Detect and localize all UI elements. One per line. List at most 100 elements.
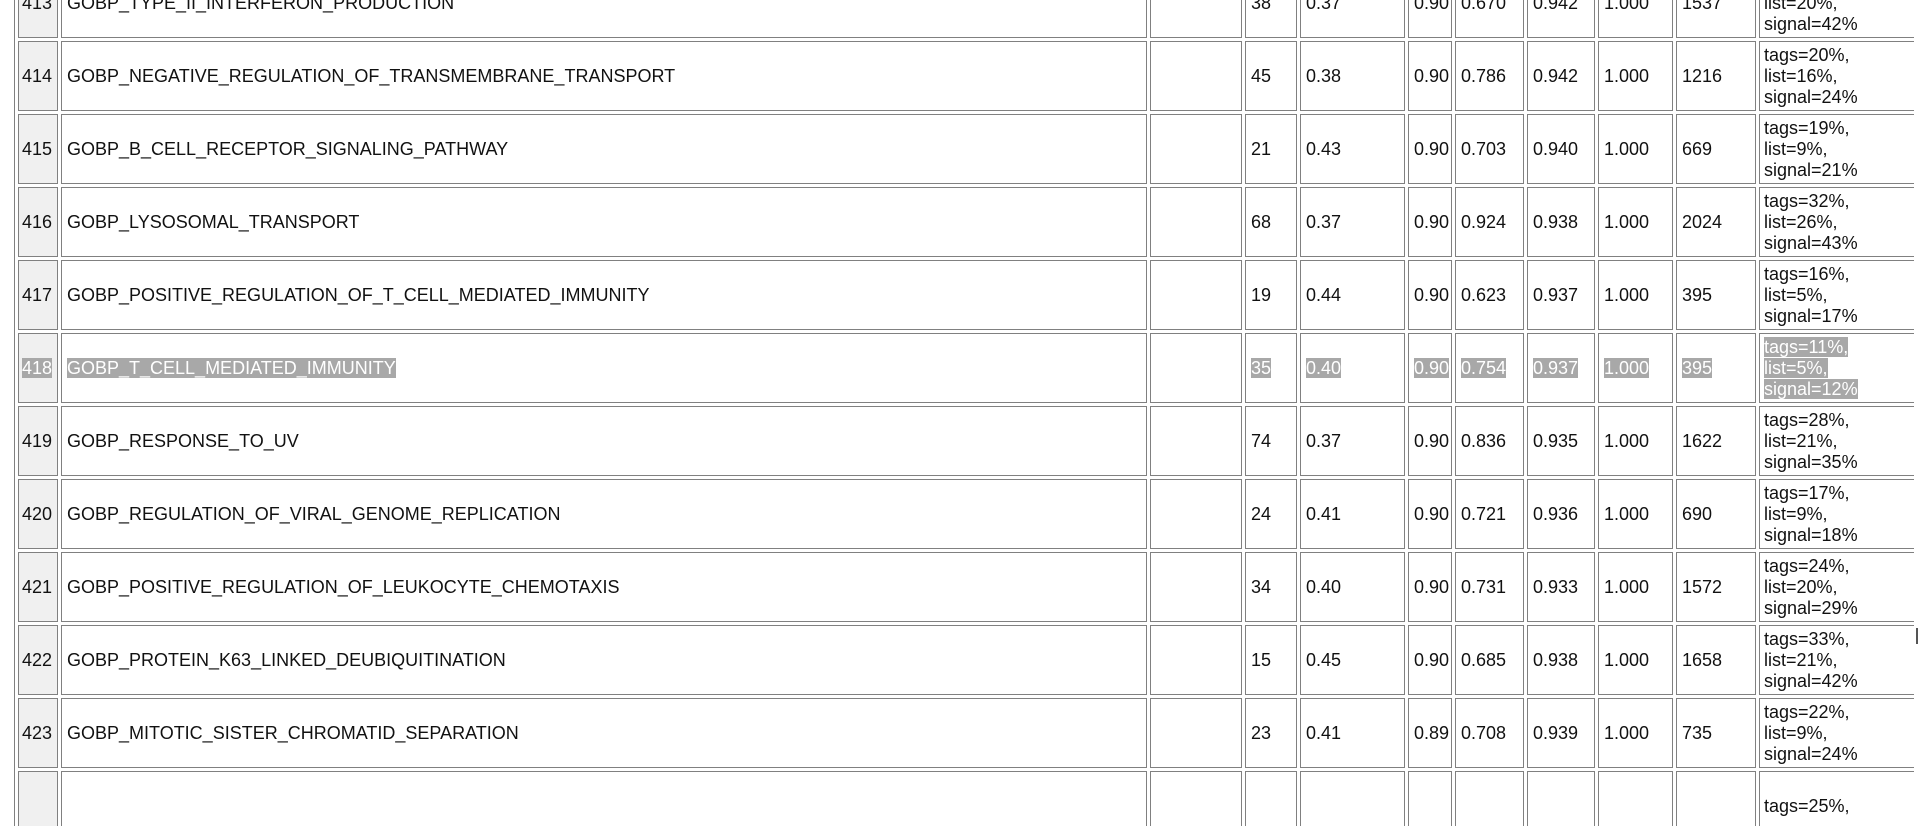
results-viewport[interactable]: 413 GOBP_TYPE_II_INTERFERON_PRODUCTION 3… xyxy=(0,0,1920,826)
fdr-q-cell: 0.942 xyxy=(1527,0,1595,38)
rank-at-max-value: 395 xyxy=(1682,284,1713,305)
fwer-p-cell: 1.000 xyxy=(1598,625,1673,695)
rank-at-max-cell: 1658 xyxy=(1676,625,1756,695)
row-number-cell: 418 xyxy=(18,333,58,403)
gene-set-name[interactable]: GOBP_NEGATIVE_REGULATION_OF_TRANSMEMBRAN… xyxy=(67,66,675,86)
scrollbar-thumb[interactable] xyxy=(1916,628,1918,644)
table-row[interactable]: 420 GOBP_REGULATION_OF_VIRAL_GENOME_REPL… xyxy=(18,479,1919,549)
nes-value: 0.90 xyxy=(1414,649,1450,670)
table-row[interactable]: 413 GOBP_TYPE_II_INTERFERON_PRODUCTION 3… xyxy=(18,0,1919,38)
rank-at-max-value: 1658 xyxy=(1682,649,1723,670)
table-row[interactable]: 422 GOBP_PROTEIN_K63_LINKED_DEUBIQUITINA… xyxy=(18,625,1919,695)
gene-set-name[interactable]: GOBP_PROTEIN_K63_LINKED_DEUBIQUITINATION xyxy=(67,650,506,670)
leading-edge-cell: tags=19%, list=9%, signal=21% xyxy=(1759,114,1919,184)
leading-edge-signal: signal=18% xyxy=(1764,524,1858,545)
leading-edge-list: list=5%, xyxy=(1764,357,1828,378)
rank-at-max-cell: 395 xyxy=(1676,260,1756,330)
gene-set-name-cell[interactable]: GOBP_T_CELL_MEDIATED_IMMUNITY xyxy=(61,333,1147,403)
gene-set-name[interactable]: GOBP_MITOTIC_SISTER_CHROMATID_SEPARATION xyxy=(67,723,519,743)
row-number-cell: 422 xyxy=(18,625,58,695)
gene-set-name[interactable]: GOBP_B_CELL_RECEPTOR_SIGNALING_PATHWAY xyxy=(67,139,508,159)
gene-set-name[interactable]: GOBP_T_CELL_MEDIATED_IMMUNITY xyxy=(67,357,396,378)
gene-set-name-cell[interactable]: GOBP_RESPONSE_TO_UV xyxy=(61,406,1147,476)
fdr-q-cell: 0.937 xyxy=(1527,260,1595,330)
row-number: 418 xyxy=(22,357,53,378)
nom-p-value: 0.721 xyxy=(1461,503,1507,524)
table-row[interactable]: 423 GOBP_MITOTIC_SISTER_CHROMATID_SEPARA… xyxy=(18,698,1919,768)
size-value: 19 xyxy=(1251,284,1272,305)
es-value: 0.40 xyxy=(1306,576,1342,597)
es-cell: 0.37 xyxy=(1300,187,1405,257)
nom-p-value: 0.754 xyxy=(1461,357,1507,378)
table-row[interactable]: 415 GOBP_B_CELL_RECEPTOR_SIGNALING_PATHW… xyxy=(18,114,1919,184)
gene-set-name-cell[interactable]: GOBP_LYSOSOMAL_TRANSPORT xyxy=(61,187,1147,257)
gene-set-name-cell[interactable]: GOBP_MITOTIC_SISTER_CHROMATID_SEPARATION xyxy=(61,698,1147,768)
gsea-results-table: 413 GOBP_TYPE_II_INTERFERON_PRODUCTION 3… xyxy=(14,0,1920,826)
nom-p-cell: 0.924 xyxy=(1455,187,1524,257)
es-cell: 0.37 xyxy=(1300,406,1405,476)
rank-at-max-value: 2024 xyxy=(1682,211,1723,232)
leading-edge-signal: signal=42% xyxy=(1764,670,1858,691)
table-row[interactable]: 414 GOBP_NEGATIVE_REGULATION_OF_TRANSMEM… xyxy=(18,41,1919,111)
gene-set-name-cell[interactable]: GOBP_REGULATION_OF_VIRAL_GENOME_REPLICAT… xyxy=(61,479,1147,549)
size-value: 38 xyxy=(1251,0,1272,13)
nes-value: 0.90 xyxy=(1414,211,1450,232)
nes-cell: 0.90 xyxy=(1408,0,1452,38)
fdr-q-cell: 0.938 xyxy=(1527,187,1595,257)
gene-set-name[interactable]: GOBP_LYSOSOMAL_TRANSPORT xyxy=(67,212,359,232)
size-value: 23 xyxy=(1251,722,1272,743)
es-cell: 0.37 xyxy=(1300,0,1405,38)
table-row[interactable]: 419 GOBP_RESPONSE_TO_UV 74 0.37 0.90 0.8… xyxy=(18,406,1919,476)
es-value: 0.41 xyxy=(1306,503,1342,524)
rank-at-max-value: 690 xyxy=(1682,503,1713,524)
gene-set-name[interactable]: GOBP_POSITIVE_REGULATION_OF_LEUKOCYTE_CH… xyxy=(67,577,619,597)
gene-set-name-cell[interactable]: GOBP_TYPE_II_INTERFERON_PRODUCTION xyxy=(61,0,1147,38)
nes-cell: 0.90 xyxy=(1408,260,1452,330)
gene-set-name-cell[interactable]: GOBP_POSITIVE_REGULATION_OF_LEUKOCYTE_CH… xyxy=(61,552,1147,622)
es-value: 0.38 xyxy=(1306,65,1342,86)
gene-set-name-cell[interactable]: GOBP_PROTEIN_K63_LINKED_DEUBIQUITINATION xyxy=(61,625,1147,695)
leading-edge-cell: tags=16%, list=5%, signal=17% xyxy=(1759,260,1919,330)
nes-cell: 0.89 xyxy=(1408,698,1452,768)
gene-set-name-cell[interactable]: GOBP_B_CELL_RECEPTOR_SIGNALING_PATHWAY xyxy=(61,114,1147,184)
gene-set-name[interactable]: GOBP_TYPE_II_INTERFERON_PRODUCTION xyxy=(67,0,454,13)
nes-value: 0.90 xyxy=(1414,430,1450,451)
leading-edge-tags: tags=20%, xyxy=(1764,44,1850,65)
gene-set-name[interactable]: GOBP_REGULATION_OF_VIRAL_GENOME_REPLICAT… xyxy=(67,504,560,524)
fwer-p-cell: 1.000 xyxy=(1598,406,1673,476)
gene-set-name-cell[interactable]: GOBP_NEGATIVE_REGULATION_OF_TRANSMEMBRAN… xyxy=(61,41,1147,111)
row-number-cell: 421 xyxy=(18,552,58,622)
row-number: 413 xyxy=(22,0,53,13)
gene-set-name-cell[interactable]: GOBP_POSITIVE_REGULATION_OF_T_CELL_MEDIA… xyxy=(61,260,1147,330)
table-row[interactable]: 418 GOBP_T_CELL_MEDIATED_IMMUNITY 35 0.4… xyxy=(18,333,1919,403)
table-row[interactable]: 417 GOBP_POSITIVE_REGULATION_OF_T_CELL_M… xyxy=(18,260,1919,330)
es-cell: 0.40 xyxy=(1300,333,1405,403)
leading-edge-signal: signal=24% xyxy=(1764,743,1858,764)
vertical-scrollbar[interactable] xyxy=(1914,0,1920,826)
nes-cell: 0.90 xyxy=(1408,406,1452,476)
nom-p-cell: 0.836 xyxy=(1455,406,1524,476)
table-row[interactable]: tags=25%, xyxy=(18,771,1919,826)
nes-cell: 0.90 xyxy=(1408,187,1452,257)
gene-set-name[interactable]: GOBP_RESPONSE_TO_UV xyxy=(67,431,299,451)
fwer-p-value: 1.000 xyxy=(1604,0,1650,13)
rank-at-max-value: 395 xyxy=(1682,357,1713,378)
rank-at-max-value: 1537 xyxy=(1682,0,1723,13)
rank-at-max-cell: 395 xyxy=(1676,333,1756,403)
fdr-q-cell xyxy=(1527,771,1595,826)
fwer-p-cell xyxy=(1598,771,1673,826)
es-cell: 0.41 xyxy=(1300,479,1405,549)
size-value: 68 xyxy=(1251,211,1272,232)
gene-set-name-cell[interactable] xyxy=(61,771,1147,826)
results-table-wrapper: 413 GOBP_TYPE_II_INTERFERON_PRODUCTION 3… xyxy=(14,0,1920,826)
table-row[interactable]: 421 GOBP_POSITIVE_REGULATION_OF_LEUKOCYT… xyxy=(18,552,1919,622)
leading-edge-signal: signal=29% xyxy=(1764,597,1858,618)
gene-set-name[interactable]: GOBP_POSITIVE_REGULATION_OF_T_CELL_MEDIA… xyxy=(67,285,649,305)
row-number: 422 xyxy=(22,649,53,670)
es-value: 0.37 xyxy=(1306,0,1342,13)
size-value: 35 xyxy=(1251,357,1272,378)
table-row[interactable]: 416 GOBP_LYSOSOMAL_TRANSPORT 68 0.37 0.9… xyxy=(18,187,1919,257)
nom-p-value: 0.623 xyxy=(1461,284,1507,305)
nes-cell: 0.90 xyxy=(1408,114,1452,184)
size-cell: 34 xyxy=(1245,552,1297,622)
